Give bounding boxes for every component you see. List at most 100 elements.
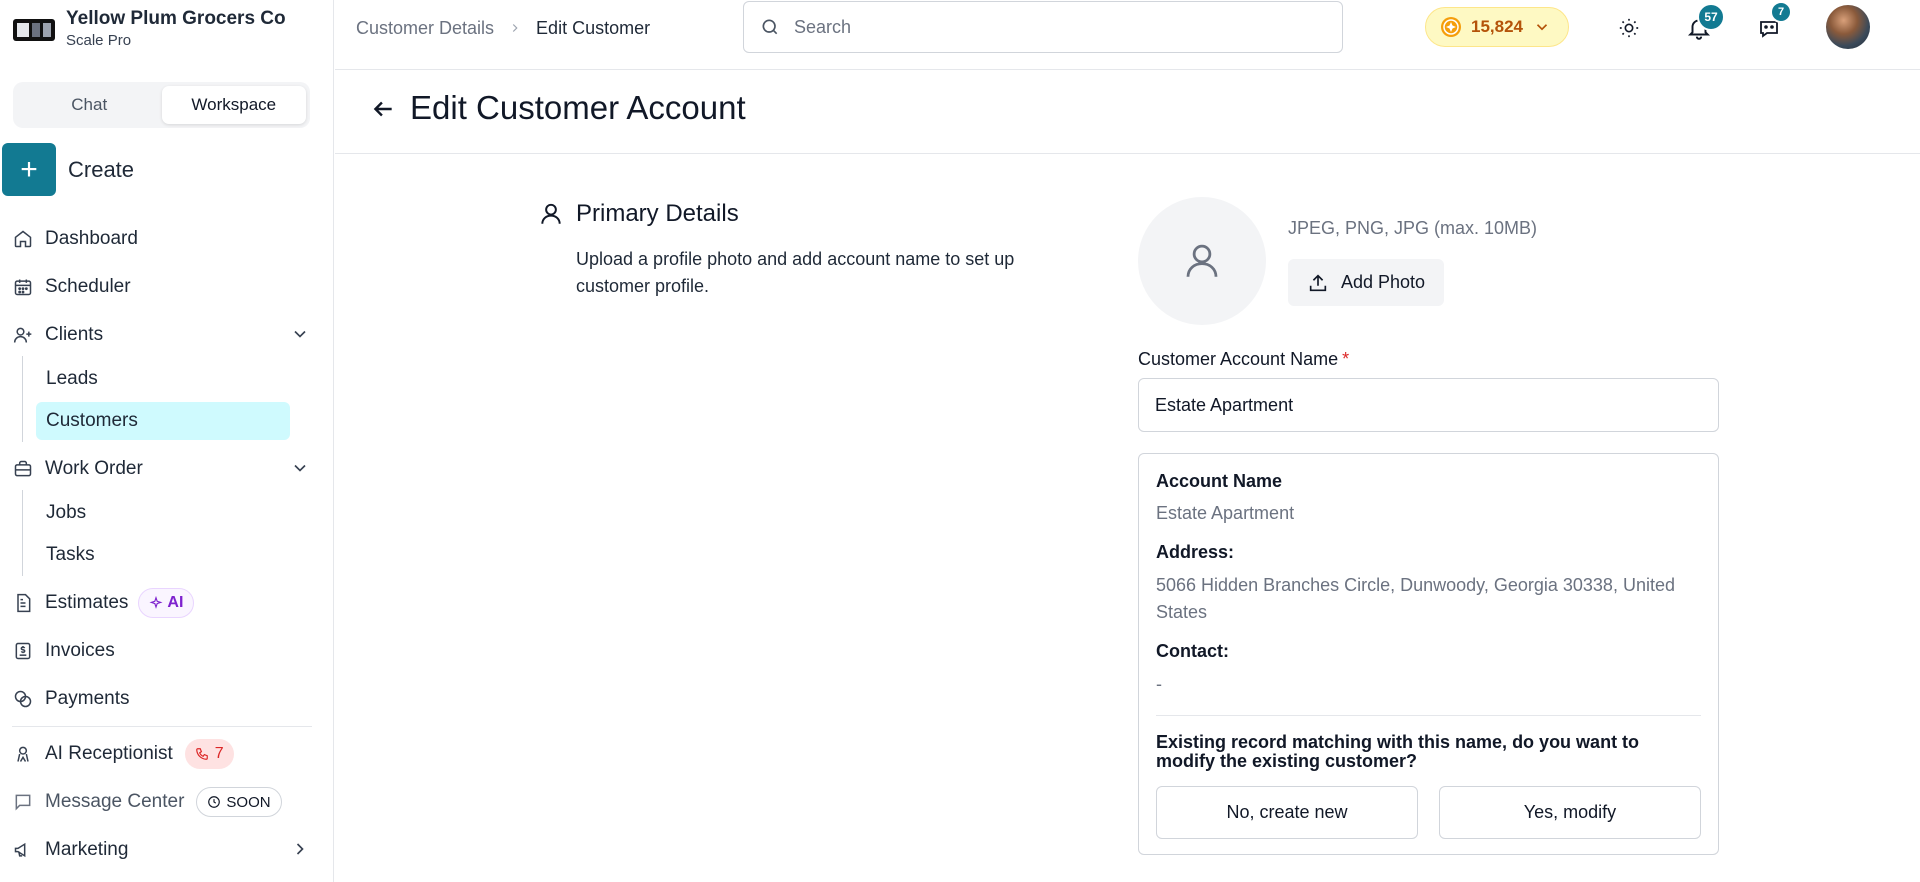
sidebar-label-ai-receptionist: AI Receptionist — [45, 743, 173, 764]
sidebar: Yellow Plum Grocers Co Scale Pro Chat Wo… — [0, 0, 334, 882]
arrow-left-icon — [370, 96, 396, 122]
coins-balance-button[interactable]: 15,824 — [1425, 7, 1569, 47]
match-address-label: Address: — [1156, 542, 1235, 562]
receptionist-icon — [12, 743, 34, 765]
brand-logo-icon — [12, 10, 56, 48]
chevron-down-icon[interactable] — [290, 324, 312, 346]
profile-photo-placeholder[interactable] — [1138, 197, 1266, 325]
theme-toggle-button[interactable] — [1615, 14, 1643, 42]
sidebar-item-payments[interactable]: Payments — [12, 681, 312, 717]
ai-badge-label: AI — [167, 594, 184, 611]
required-mark: * — [1342, 349, 1350, 369]
match-address-value: 5066 Hidden Branches Circle, Dunwoody, G… — [1156, 575, 1675, 622]
home-icon — [12, 228, 34, 250]
match-account-name-label: Account Name — [1156, 471, 1283, 491]
clock-icon — [208, 796, 221, 808]
coins-value: 15,824 — [1471, 17, 1523, 36]
sidebar-item-scheduler[interactable]: Scheduler — [12, 269, 312, 305]
search-input[interactable] — [794, 16, 1294, 38]
topbar: Customer Details Edit Customer 15,824 57… — [335, 0, 1920, 70]
sidebar-label-message-center: Message Center — [45, 791, 185, 812]
user-placeholder-icon — [1181, 240, 1223, 282]
tree-line — [22, 356, 23, 442]
sidebar-item-jobs[interactable]: Jobs — [36, 494, 290, 532]
chevron-right-icon[interactable] — [290, 839, 312, 861]
breadcrumb: Customer Details Edit Customer — [356, 17, 650, 39]
plus-icon: + — [2, 143, 56, 196]
match-contact-label: Contact: — [1156, 641, 1229, 661]
soon-label: SOON — [226, 793, 271, 811]
sidebar-item-customers[interactable]: Customers — [36, 402, 290, 440]
account-name-label-text: Customer Account Name — [1138, 349, 1339, 369]
sidebar-item-estimates[interactable]: Estimates AI — [12, 585, 312, 621]
notifications-count: 57 — [1697, 3, 1725, 31]
megaphone-icon — [12, 839, 34, 861]
modify-existing-button[interactable]: Yes, modify — [1439, 786, 1701, 839]
sidebar-label-scheduler: Scheduler — [45, 276, 131, 297]
sidebar-item-leads[interactable]: Leads — [36, 360, 290, 398]
coins-icon — [12, 688, 34, 710]
user-icon — [538, 201, 566, 229]
sidebar-item-clients[interactable]: Clients — [12, 317, 312, 353]
user-plus-icon — [12, 324, 34, 346]
briefcase-icon — [12, 458, 34, 480]
brand-name: Yellow Plum Grocers Co — [66, 8, 286, 29]
call-count-badge: 7 — [184, 739, 234, 769]
sidebar-label-clients: Clients — [45, 324, 104, 345]
chevron-down-icon — [1533, 18, 1551, 36]
message-icon — [12, 791, 34, 813]
mode-switch: Chat Workspace — [13, 82, 310, 128]
card-divider — [1156, 715, 1701, 716]
calendar-icon — [12, 276, 34, 298]
chevron-right-icon — [508, 21, 522, 35]
sidebar-label-dashboard: Dashboard — [45, 228, 138, 249]
coin-icon — [1439, 15, 1463, 39]
account-name-label: Customer Account Name * — [1138, 349, 1349, 370]
sidebar-item-work-order[interactable]: Work Order — [12, 451, 312, 487]
modify-question: Existing record matching with this name,… — [1156, 732, 1640, 771]
workspace-tab[interactable]: Workspace — [161, 86, 306, 124]
ai-badge: AI — [138, 588, 195, 618]
tree-line — [22, 490, 23, 576]
call-count: 7 — [214, 745, 224, 762]
existing-record-card: Account Name Estate Apartment Address: 5… — [1138, 453, 1719, 855]
notifications-button[interactable]: 57 — [1685, 3, 1725, 42]
brand[interactable]: Yellow Plum Grocers Co Scale Pro — [12, 8, 286, 50]
sidebar-item-ai-receptionist[interactable]: AI Receptionist 7 — [12, 736, 312, 772]
sun-icon — [1618, 17, 1640, 39]
document-icon — [12, 592, 34, 614]
sidebar-label-invoices: Invoices — [45, 640, 115, 661]
customer-account-name-input[interactable] — [1138, 378, 1719, 432]
sidebar-label-payments: Payments — [45, 688, 130, 709]
create-label: Create — [68, 156, 135, 182]
photo-format-hint: JPEG, PNG, JPG (max. 10MB) — [1288, 218, 1538, 238]
messages-count: 7 — [1770, 1, 1792, 23]
brand-plan: Scale Pro — [66, 32, 132, 49]
chevron-down-icon[interactable] — [290, 458, 312, 480]
sidebar-item-invoices[interactable]: Invoices — [12, 633, 312, 669]
page-title: Edit Customer Account — [410, 89, 746, 126]
search-icon — [760, 17, 780, 37]
match-contact-value: - — [1156, 674, 1162, 694]
sparkle-icon — [149, 596, 163, 609]
sidebar-label-marketing: Marketing — [45, 839, 129, 860]
messages-button[interactable]: 7 — [1755, 1, 1792, 42]
sidebar-item-tasks[interactable]: Tasks — [36, 536, 290, 574]
soon-badge: SOON — [196, 787, 282, 817]
breadcrumb-customer-details[interactable]: Customer Details — [356, 18, 494, 39]
sidebar-label-estimates: Estimates — [45, 592, 129, 613]
sidebar-item-message-center[interactable]: Message Center SOON — [12, 784, 312, 820]
user-avatar[interactable] — [1826, 5, 1870, 49]
upload-icon — [1307, 272, 1341, 294]
sidebar-item-marketing[interactable]: Marketing — [12, 832, 312, 868]
sidebar-item-dashboard[interactable]: Dashboard — [12, 221, 312, 257]
back-button[interactable] — [367, 93, 399, 125]
add-photo-button[interactable]: Add Photo — [1288, 259, 1444, 306]
page-header: Edit Customer Account — [335, 71, 1920, 154]
search-box[interactable] — [743, 1, 1343, 53]
create-button[interactable]: + Create — [2, 143, 134, 196]
create-new-button[interactable]: No, create new — [1156, 786, 1418, 839]
chat-tab[interactable]: Chat — [17, 86, 162, 124]
section-title: Primary Details — [576, 200, 739, 227]
section-description: Upload a profile photo and add account n… — [576, 249, 1015, 296]
